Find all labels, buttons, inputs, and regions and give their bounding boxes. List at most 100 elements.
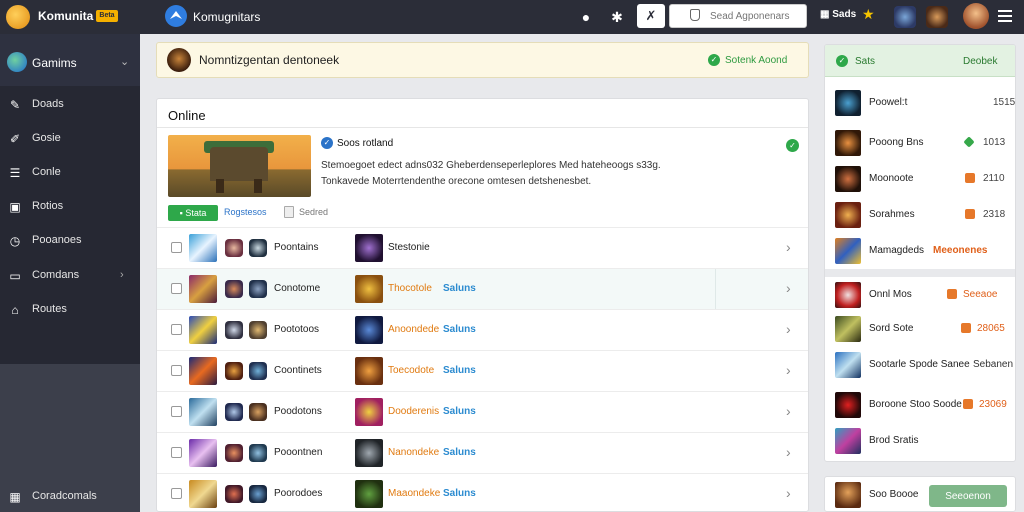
top-bar: Komunita Beta Komugnitars ● ✱ ✗ ▦ Sads ★ [0,0,1024,34]
featured-secondary-link[interactable]: Sedred [299,207,328,217]
panel-title: Online [168,108,206,123]
item-label: Brod Sratis [869,435,919,446]
row-avatar [249,403,267,421]
brand-logo-icon[interactable] [6,5,30,29]
list-item[interactable]: Sord Sote 28065 [825,311,1015,347]
sidebar-footer-item[interactable]: ▦ Coradcomals [0,482,140,512]
featured-title[interactable]: Soos rotland [337,138,393,149]
item-avatar [835,392,861,418]
item-value: 1013 [983,137,1006,148]
home-icon: ⌂ [11,303,19,317]
row-name: Pooontnen [274,447,323,458]
chevron-right-icon[interactable]: › [786,444,791,460]
item-label: Mamagdeds [869,245,925,256]
list-item[interactable]: Boroone Stoo Soode 23069 [825,387,1015,423]
chevron-right-icon[interactable]: › [786,280,791,296]
table-row[interactable]: Poototoos Anoondede Saluns › [157,309,808,350]
sidebar-header[interactable]: Gamims ⌄ [0,34,140,86]
featured-image[interactable] [168,135,311,197]
item-avatar [835,90,861,116]
row-avatar [249,321,267,339]
chevron-right-icon[interactable]: › [786,362,791,378]
row-tag[interactable]: Saluns [443,365,476,376]
row-checkbox[interactable] [171,242,182,253]
row-checkbox[interactable] [171,447,182,458]
sidebar-item-gosie[interactable]: ✐ Gosie [0,124,140,154]
list-item[interactable]: Mamagdeds Meeonenes [825,233,1015,269]
row-checkbox[interactable] [171,365,182,376]
list-item[interactable]: Sorahmes 2318 [825,197,1015,233]
pin-button[interactable]: ✗ [637,4,665,28]
divider [157,127,808,128]
chevron-right-icon[interactable]: › [786,321,791,337]
brand-name[interactable]: Komunita [38,9,93,23]
friend-avatar-1[interactable] [894,6,916,28]
brand-badge: Beta [96,10,118,22]
star-icon[interactable]: ★ [862,6,875,23]
row-category-thumb [355,480,383,508]
row-checkbox[interactable] [171,324,182,335]
chevron-right-icon[interactable]: › [786,403,791,419]
row-checkbox[interactable] [171,488,182,499]
sidebar-item-pooanoes[interactable]: ◷ Pooanoes [0,226,140,256]
sidebar-item-routes[interactable]: ⌂ Routes [0,295,140,325]
row-avatar [225,362,243,380]
verified-icon: ✓ [321,137,333,149]
stats-label[interactable]: ▦ Sads [820,9,856,20]
list-item[interactable]: Brod Sratis [825,423,1015,459]
row-category-thumb [355,234,383,262]
table-row[interactable]: Coontinets Toecodote Saluns › [157,350,808,391]
item-avatar [835,428,861,454]
table-row[interactable]: Poodotons Dooderenis Saluns › [157,391,808,432]
row-thumbnail [189,275,217,303]
stats-panel-action[interactable]: Deobek [963,56,997,67]
item-extra: Sebanen [973,359,1014,370]
row-tag[interactable]: Saluns [443,324,476,335]
footer-action-button[interactable]: Seeoenon [929,485,1007,507]
table-row[interactable]: Conotome Thocotole Saluns › [157,268,808,310]
list-item[interactable]: Sootarle Spode Sanee Sebanen [825,347,1015,383]
banner-status[interactable]: Sotenk Aoond [725,55,787,66]
document-icon [284,206,294,218]
sidebar-item-conle[interactable]: ☰ Conle [0,158,140,188]
list-item[interactable]: Moonoote 2110 [825,161,1015,197]
coin-icon [965,209,975,219]
footer-avatar [835,482,861,508]
row-tag[interactable]: Saluns [443,406,476,417]
row-category: Toecodote [388,365,435,376]
app-bird-icon[interactable] [165,5,187,27]
status-ok-icon: ✓ [786,139,799,152]
item-label: Moonoote [869,173,914,184]
notification-icon[interactable]: ● [577,8,595,26]
row-tag[interactable]: Saluns [443,488,476,499]
row-avatar [249,280,267,298]
table-row[interactable]: Pooontnen Nanondeke Saluns › [157,432,808,473]
row-avatar [225,485,243,503]
friend-avatar-2[interactable] [926,6,948,28]
table-row[interactable]: Poontains Stestonie › [157,227,808,268]
chevron-right-icon: › [120,269,124,281]
online-panel: Online ✓ Soos rotland ✓ Stemoegoet edect… [156,98,809,512]
item-label: Pooong Bns [869,137,924,148]
sidebar-item-comdans[interactable]: ▭ Comdans › [0,261,140,291]
table-row[interactable]: Poorodoes Maaondeke Saluns › [157,473,808,511]
featured-link[interactable]: Rogstesos [224,207,267,217]
list-item[interactable]: Poowel:t 1515 [825,85,1015,121]
menu-icon[interactable] [998,10,1012,22]
row-checkbox[interactable] [171,406,182,417]
sidebar-item-rotios[interactable]: ▣ Rotios [0,192,140,222]
chevron-right-icon[interactable]: › [786,239,791,255]
item-label: Sorahmes [869,209,915,220]
chevron-right-icon[interactable]: › [786,485,791,501]
row-tag[interactable]: Saluns [443,447,476,458]
list-item[interactable]: Onnl Mos Seeaoe [825,269,1015,313]
list-item[interactable]: Pooong Bns 1013 [825,125,1015,161]
row-category: Dooderenis [388,406,440,417]
sidebar-item-doads[interactable]: ✎ Doads [0,90,140,120]
gear-icon[interactable]: ✱ [608,8,626,26]
row-name: Poontains [274,242,319,253]
stata-button[interactable]: ▪ Stata [168,205,218,221]
user-avatar[interactable] [963,3,989,29]
row-tag[interactable]: Saluns [443,283,476,294]
row-checkbox[interactable] [171,283,182,294]
